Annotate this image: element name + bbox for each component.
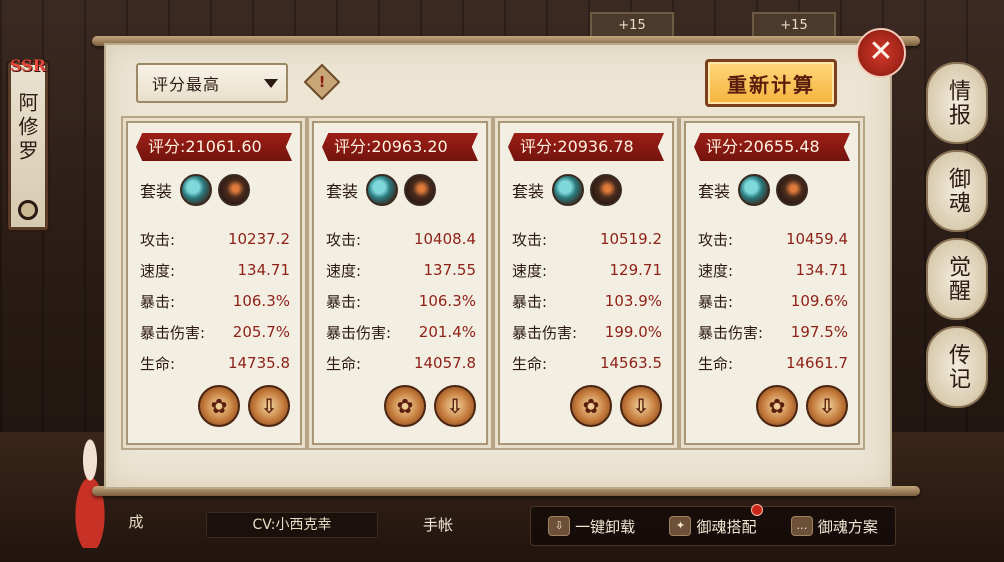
close-button[interactable]: ✕	[856, 28, 906, 78]
rarity-badge: SSR	[9, 56, 47, 75]
stat-crit: 暴击: 106.3%	[326, 292, 476, 311]
score-banner: 评分:20655.48	[694, 133, 850, 161]
set-row: 套装	[698, 173, 809, 207]
info-icon[interactable]: !	[303, 63, 341, 101]
stat-crit-damage: 暴击伤害: 199.0%	[512, 323, 662, 342]
cheng-label[interactable]: 成	[118, 508, 154, 536]
result-card: 评分:20963.20 套装 攻击: 10408.4 速度: 137.55 暴击: 1…	[312, 121, 488, 445]
stat-crit: 暴击: 106.3%	[140, 292, 290, 311]
soul-match-icon: ✦	[669, 516, 692, 536]
soul-set-icon-1[interactable]	[552, 174, 585, 206]
stat-speed: 速度: 129.71	[512, 261, 662, 280]
set-label: 套装	[698, 182, 731, 201]
download-icon: ⇩	[632, 394, 650, 418]
handbook-button[interactable]: 手帐	[414, 508, 462, 542]
save-plan-button[interactable]: ⇩	[620, 385, 662, 427]
voice-actor-label: CV:小西克幸	[206, 512, 378, 538]
banner-knot-icon	[18, 200, 38, 220]
set-row: 套装	[140, 173, 251, 207]
save-plan-button[interactable]: ⇩	[806, 385, 848, 427]
side-tab-info[interactable]: 情报	[926, 62, 988, 144]
soul-set-icon-1[interactable]	[366, 174, 399, 206]
flower-icon: ✿	[768, 394, 786, 418]
recalculate-button[interactable]: 重新计算	[705, 59, 837, 107]
score-banner: 评分:20963.20	[322, 133, 478, 161]
close-icon: ✕	[868, 34, 894, 69]
stat-hp: 生命: 14563.5	[512, 354, 662, 373]
download-icon: ⇩	[260, 394, 278, 418]
stat-speed: 速度: 134.71	[140, 261, 290, 280]
soul-set-icon-2[interactable]	[404, 174, 437, 206]
unequip-all-button[interactable]: ⇩ 一键卸载	[548, 516, 635, 537]
soul-match-button[interactable]: ✦ 御魂搭配	[669, 503, 763, 537]
score-banner: 评分:20936.78	[508, 133, 664, 161]
bottom-action-bar: ⇩ 一键卸载 ✦ 御魂搭配 … 御魂方案	[530, 503, 896, 546]
stat-crit: 暴击: 103.9%	[512, 292, 662, 311]
side-tab-soul[interactable]: 御魂	[926, 150, 988, 232]
soul-plan-button[interactable]: … 御魂方案	[790, 516, 878, 537]
stat-attack: 攻击: 10459.4	[698, 230, 848, 249]
set-row: 套装	[512, 173, 623, 207]
set-label: 套装	[326, 182, 359, 201]
stat-speed: 速度: 134.71	[698, 261, 848, 280]
stat-hp: 生命: 14057.8	[326, 354, 476, 373]
stat-attack: 攻击: 10519.2	[512, 230, 662, 249]
character-name: 阿修罗	[15, 92, 39, 164]
download-icon: ⇩	[818, 394, 836, 418]
result-card: 评分:21061.60 套装 攻击: 10237.2 速度: 134.71 暴击: 1…	[126, 121, 302, 445]
soul-set-icon-2[interactable]	[590, 174, 623, 206]
soul-set-icon-2[interactable]	[218, 174, 251, 206]
flower-icon: ✿	[210, 394, 228, 418]
equip-button[interactable]: ✿	[756, 385, 798, 427]
side-tab-awaken[interactable]: 觉醒	[926, 238, 988, 320]
soul-set-icon-1[interactable]	[180, 174, 213, 206]
equip-button[interactable]: ✿	[198, 385, 240, 427]
set-label: 套装	[512, 182, 545, 201]
chevron-down-icon	[264, 79, 278, 88]
stat-crit: 暴击: 109.6%	[698, 292, 848, 311]
stat-crit-damage: 暴击伤害: 201.4%	[326, 323, 476, 342]
soul-set-icon-2[interactable]	[776, 174, 809, 206]
result-cards: 评分:21061.60 套装 攻击: 10237.2 速度: 134.71 暴击: 1…	[126, 121, 874, 473]
stat-crit-damage: 暴击伤害: 197.5%	[698, 323, 848, 342]
stat-attack: 攻击: 10408.4	[326, 230, 476, 249]
flower-icon: ✿	[396, 394, 414, 418]
set-label: 套装	[140, 182, 173, 201]
save-plan-button[interactable]: ⇩	[434, 385, 476, 427]
unequip-icon: ⇩	[548, 516, 571, 536]
notification-dot	[750, 503, 763, 516]
stat-crit-damage: 暴击伤害: 205.7%	[140, 323, 290, 342]
stat-attack: 攻击: 10237.2	[140, 230, 290, 249]
score-banner: 评分:21061.60	[136, 133, 292, 161]
side-tab-biography[interactable]: 传记	[926, 326, 988, 408]
equip-button[interactable]: ✿	[570, 385, 612, 427]
download-icon: ⇩	[446, 394, 464, 418]
equip-button[interactable]: ✿	[384, 385, 426, 427]
set-row: 套装	[326, 173, 437, 207]
result-card: 评分:20655.48 套装 攻击: 10459.4 速度: 134.71 暴击: 1…	[684, 121, 860, 445]
stat-speed: 速度: 137.55	[326, 261, 476, 280]
save-plan-button[interactable]: ⇩	[248, 385, 290, 427]
result-card: 评分:20936.78 套装 攻击: 10519.2 速度: 129.71 暴击: 1…	[498, 121, 674, 445]
stat-hp: 生命: 14661.7	[698, 354, 848, 373]
sort-dropdown[interactable]: 评分最高	[136, 63, 288, 103]
soul-plan-icon: …	[790, 516, 813, 536]
stat-hp: 生命: 14735.8	[140, 354, 290, 373]
soul-set-icon-1[interactable]	[738, 174, 771, 206]
flower-icon: ✿	[582, 394, 600, 418]
sort-selected-value: 评分最高	[152, 75, 221, 94]
soul-recommendation-panel: 评分最高 ! 重新计算 评分:21061.60 套装 攻击: 10237.2 速度…	[104, 43, 892, 489]
